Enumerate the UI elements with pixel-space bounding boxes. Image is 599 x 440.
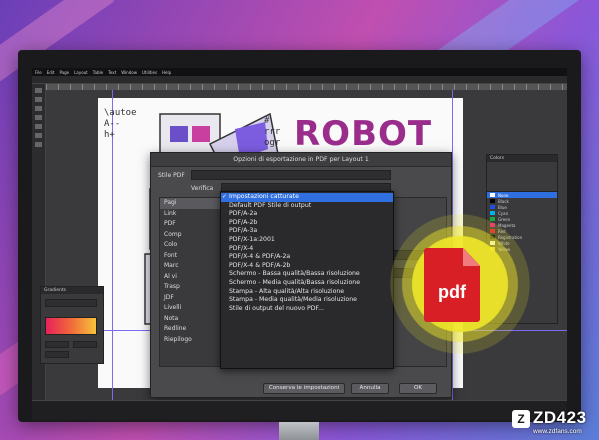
dropdown-item[interactable]: PDF/X-4 & PDF/A-2a <box>221 253 393 262</box>
dropdown-item[interactable]: Stampa - Alta qualità/Alta risoluzione <box>221 288 393 297</box>
menu-edit[interactable]: Edit <box>47 70 55 75</box>
menu-text[interactable]: Text <box>108 70 116 75</box>
cancel-button[interactable]: Annulla <box>351 383 389 394</box>
gradient-type-select[interactable] <box>45 299 97 307</box>
pdf-style-select[interactable] <box>191 170 391 180</box>
dropdown-item[interactable]: Schermo - Media qualità/Bassa risoluzion… <box>221 279 393 288</box>
gradient-palette: Gradients <box>40 286 104 364</box>
dropdown-item[interactable]: PDF/A-3a <box>221 227 393 236</box>
content-tool-icon[interactable] <box>35 97 42 102</box>
sidebar-item-jdf[interactable]: JDF <box>160 293 220 304</box>
watermark: Z ZD423 www.zdfans.com <box>512 408 598 440</box>
dropdown-item[interactable]: Schermo - Bassa qualità/Bassa risoluzion… <box>221 270 393 279</box>
save-settings-button[interactable]: Conserva le impostazioni <box>263 383 345 394</box>
menu-file[interactable]: File <box>35 70 42 75</box>
ok-button[interactable]: OK <box>399 383 437 394</box>
zoom-tool-icon[interactable] <box>35 133 42 138</box>
menu-window[interactable]: Window <box>121 70 137 75</box>
sidebar-item-compression[interactable]: Comp <box>160 230 220 241</box>
dialog-title: Opzioni di esportazione in PDF per Layou… <box>151 153 451 167</box>
text-tool-icon[interactable] <box>35 106 42 111</box>
select-tool-icon[interactable] <box>35 88 42 93</box>
toolbar <box>32 76 567 84</box>
line-tool-icon[interactable] <box>35 124 42 129</box>
swatch-chip <box>490 193 495 197</box>
sidebar-item-summary[interactable]: Riepilogo <box>160 335 220 346</box>
sidebar-item-color[interactable]: Colo <box>160 240 220 251</box>
hand-tool-icon[interactable] <box>35 142 42 147</box>
sidebar-item-links[interactable]: Link <box>160 209 220 220</box>
gradient-palette-title: Gradients <box>41 287 103 294</box>
gradient-field[interactable] <box>45 341 69 348</box>
code-text-right: # rrr ogr <box>264 116 281 148</box>
dropdown-item[interactable]: PDF/A-2b <box>221 219 393 228</box>
horizontal-ruler <box>46 84 567 90</box>
sidebar-item-notes[interactable]: Nota <box>160 314 220 325</box>
dropdown-item[interactable]: Default PDF Stile di output <box>221 202 393 211</box>
swatch-chip <box>490 205 495 209</box>
pdf-style-dropdown: ✓ Impostazioni catturate Default PDF Stil… <box>220 191 394 369</box>
robot-title: ROBOT <box>294 114 433 154</box>
dropdown-item[interactable]: Stampa - Media qualità/Media risoluzione <box>221 296 393 305</box>
colors-palette-title: Colors <box>487 155 557 162</box>
status-bar <box>32 400 567 420</box>
menu-utilities[interactable]: Utilities <box>142 70 157 75</box>
menu-layout[interactable]: Layout <box>74 70 88 75</box>
menu-help[interactable]: Help <box>162 70 171 75</box>
sidebar-item-marks[interactable]: Marc <box>160 261 220 272</box>
colors-controls <box>487 162 557 192</box>
dropdown-item[interactable]: PDF/X-1a:2001 <box>221 236 393 245</box>
swatch-chip <box>490 199 495 203</box>
sidebar-item-redline[interactable]: Redline <box>160 324 220 335</box>
style-label: Stile PDF <box>158 172 185 179</box>
gradient-preview[interactable] <box>45 317 97 335</box>
menu-table[interactable]: Table <box>93 70 103 75</box>
dropdown-item[interactable]: Stile di output del nuovo PDF... <box>221 305 393 314</box>
pdf-label: pdf <box>438 282 466 302</box>
verify-label: Verifica <box>191 185 214 192</box>
swatch-chip <box>490 211 495 215</box>
sidebar-item-fonts[interactable]: Font <box>160 251 220 262</box>
code-text-left: \autoe A-- h+ <box>104 108 137 140</box>
monitor-stand <box>279 422 319 440</box>
gradient-field[interactable] <box>73 341 97 348</box>
dropdown-item[interactable]: PDF/X-4 <box>221 245 393 254</box>
dropdown-item[interactable]: ✓ Impostazioni catturate <box>221 193 393 202</box>
dropdown-item[interactable]: PDF/A-2a <box>221 210 393 219</box>
menu-bar: File Edit Page Layout Table Text Window … <box>32 68 567 76</box>
sidebar-item-pdf[interactable]: PDF <box>160 219 220 230</box>
sidebar-item-layers[interactable]: Livelli <box>160 303 220 314</box>
menu-page[interactable]: Page <box>59 70 69 75</box>
gradient-field[interactable] <box>45 351 69 358</box>
options-sidebar: Pagi Link PDF Comp Colo Font Marc Al vi … <box>159 197 221 367</box>
box-tool-icon[interactable] <box>35 115 42 120</box>
sidebar-item-transparency[interactable]: Trasp <box>160 282 220 293</box>
sidebar-item-pages[interactable]: Pagi <box>160 198 220 209</box>
watermark-name: ZD423 <box>533 408 587 427</box>
checkmark-icon: ✓ <box>222 193 228 200</box>
watermark-logo-icon: Z <box>512 410 530 428</box>
sidebar-item-bleed[interactable]: Al vi <box>160 272 220 283</box>
watermark-url: www.zdfans.com <box>533 428 582 435</box>
